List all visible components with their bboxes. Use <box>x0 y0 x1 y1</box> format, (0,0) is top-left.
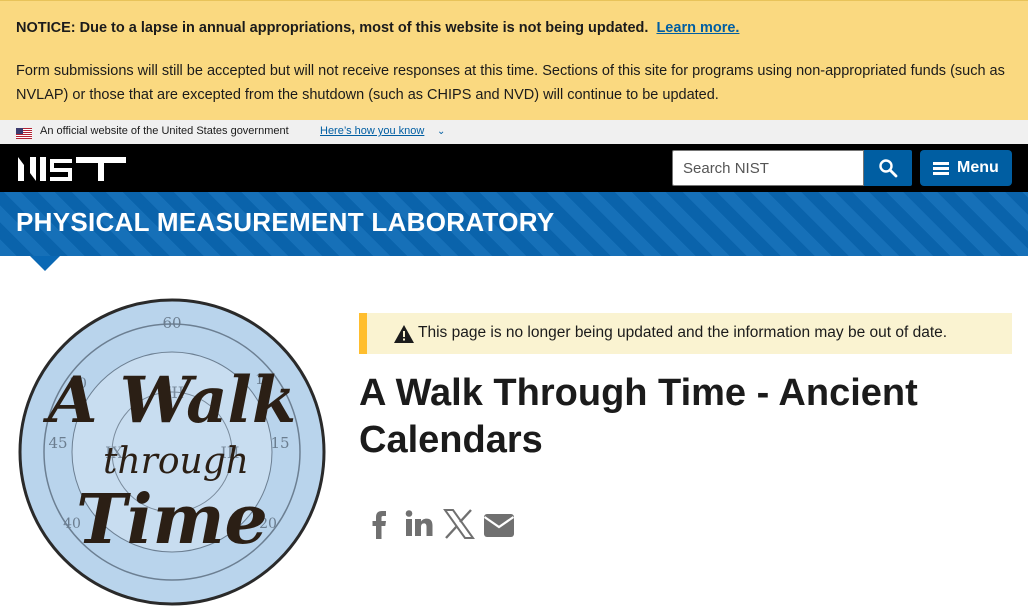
how-you-know-link[interactable]: Here’s how you know <box>320 125 424 137</box>
svg-text:60: 60 <box>162 314 181 332</box>
search-icon <box>879 158 898 177</box>
svg-text:through: through <box>103 441 249 482</box>
notice-lead: NOTICE: Due to a lapse in annual appropr… <box>16 20 649 36</box>
walk-through-time-image: 60 15 45 50 40 20 10 XII III IX A Walk t… <box>18 298 326 606</box>
svg-text:A Walk: A Walk <box>43 363 296 438</box>
us-flag-icon <box>16 128 32 139</box>
alert-message: This page is no longer being updated and… <box>418 324 948 341</box>
linkedin-icon[interactable] <box>404 507 434 541</box>
lab-banner: PHYSICAL MEASUREMENT LABORATORY <box>0 192 1028 256</box>
shutdown-notice: NOTICE: Due to a lapse in annual appropr… <box>0 0 1028 120</box>
search-input[interactable] <box>672 150 864 186</box>
warning-icon <box>394 325 414 343</box>
outdated-alert: This page is no longer being updated and… <box>359 313 1012 354</box>
notice-headline: NOTICE: Due to a lapse in annual appropr… <box>16 20 739 36</box>
facebook-icon[interactable] <box>366 507 392 541</box>
learn-more-link[interactable]: Learn more. <box>656 20 739 36</box>
page-title: A Walk Through Time - Ancient Calendars <box>359 372 918 461</box>
gov-banner: An official website of the United States… <box>0 120 1028 144</box>
search-button[interactable] <box>864 150 912 186</box>
notice-body: Form submissions will still be accepted … <box>16 63 1005 103</box>
menu-button[interactable]: Menu <box>920 150 1012 186</box>
nist-logo[interactable] <box>16 153 128 183</box>
x-icon[interactable] <box>443 507 475 541</box>
hamburger-icon <box>933 162 949 175</box>
official-site-text: An official website of the United States… <box>40 125 289 137</box>
banner-pointer <box>30 256 60 271</box>
email-icon[interactable] <box>483 507 515 541</box>
menu-label: Menu <box>957 159 999 176</box>
svg-text:Time: Time <box>76 480 268 560</box>
chevron-down-icon[interactable]: ⌄ <box>437 126 445 137</box>
site-header: Menu <box>0 144 1028 192</box>
lab-title[interactable]: PHYSICAL MEASUREMENT LABORATORY <box>16 207 554 238</box>
